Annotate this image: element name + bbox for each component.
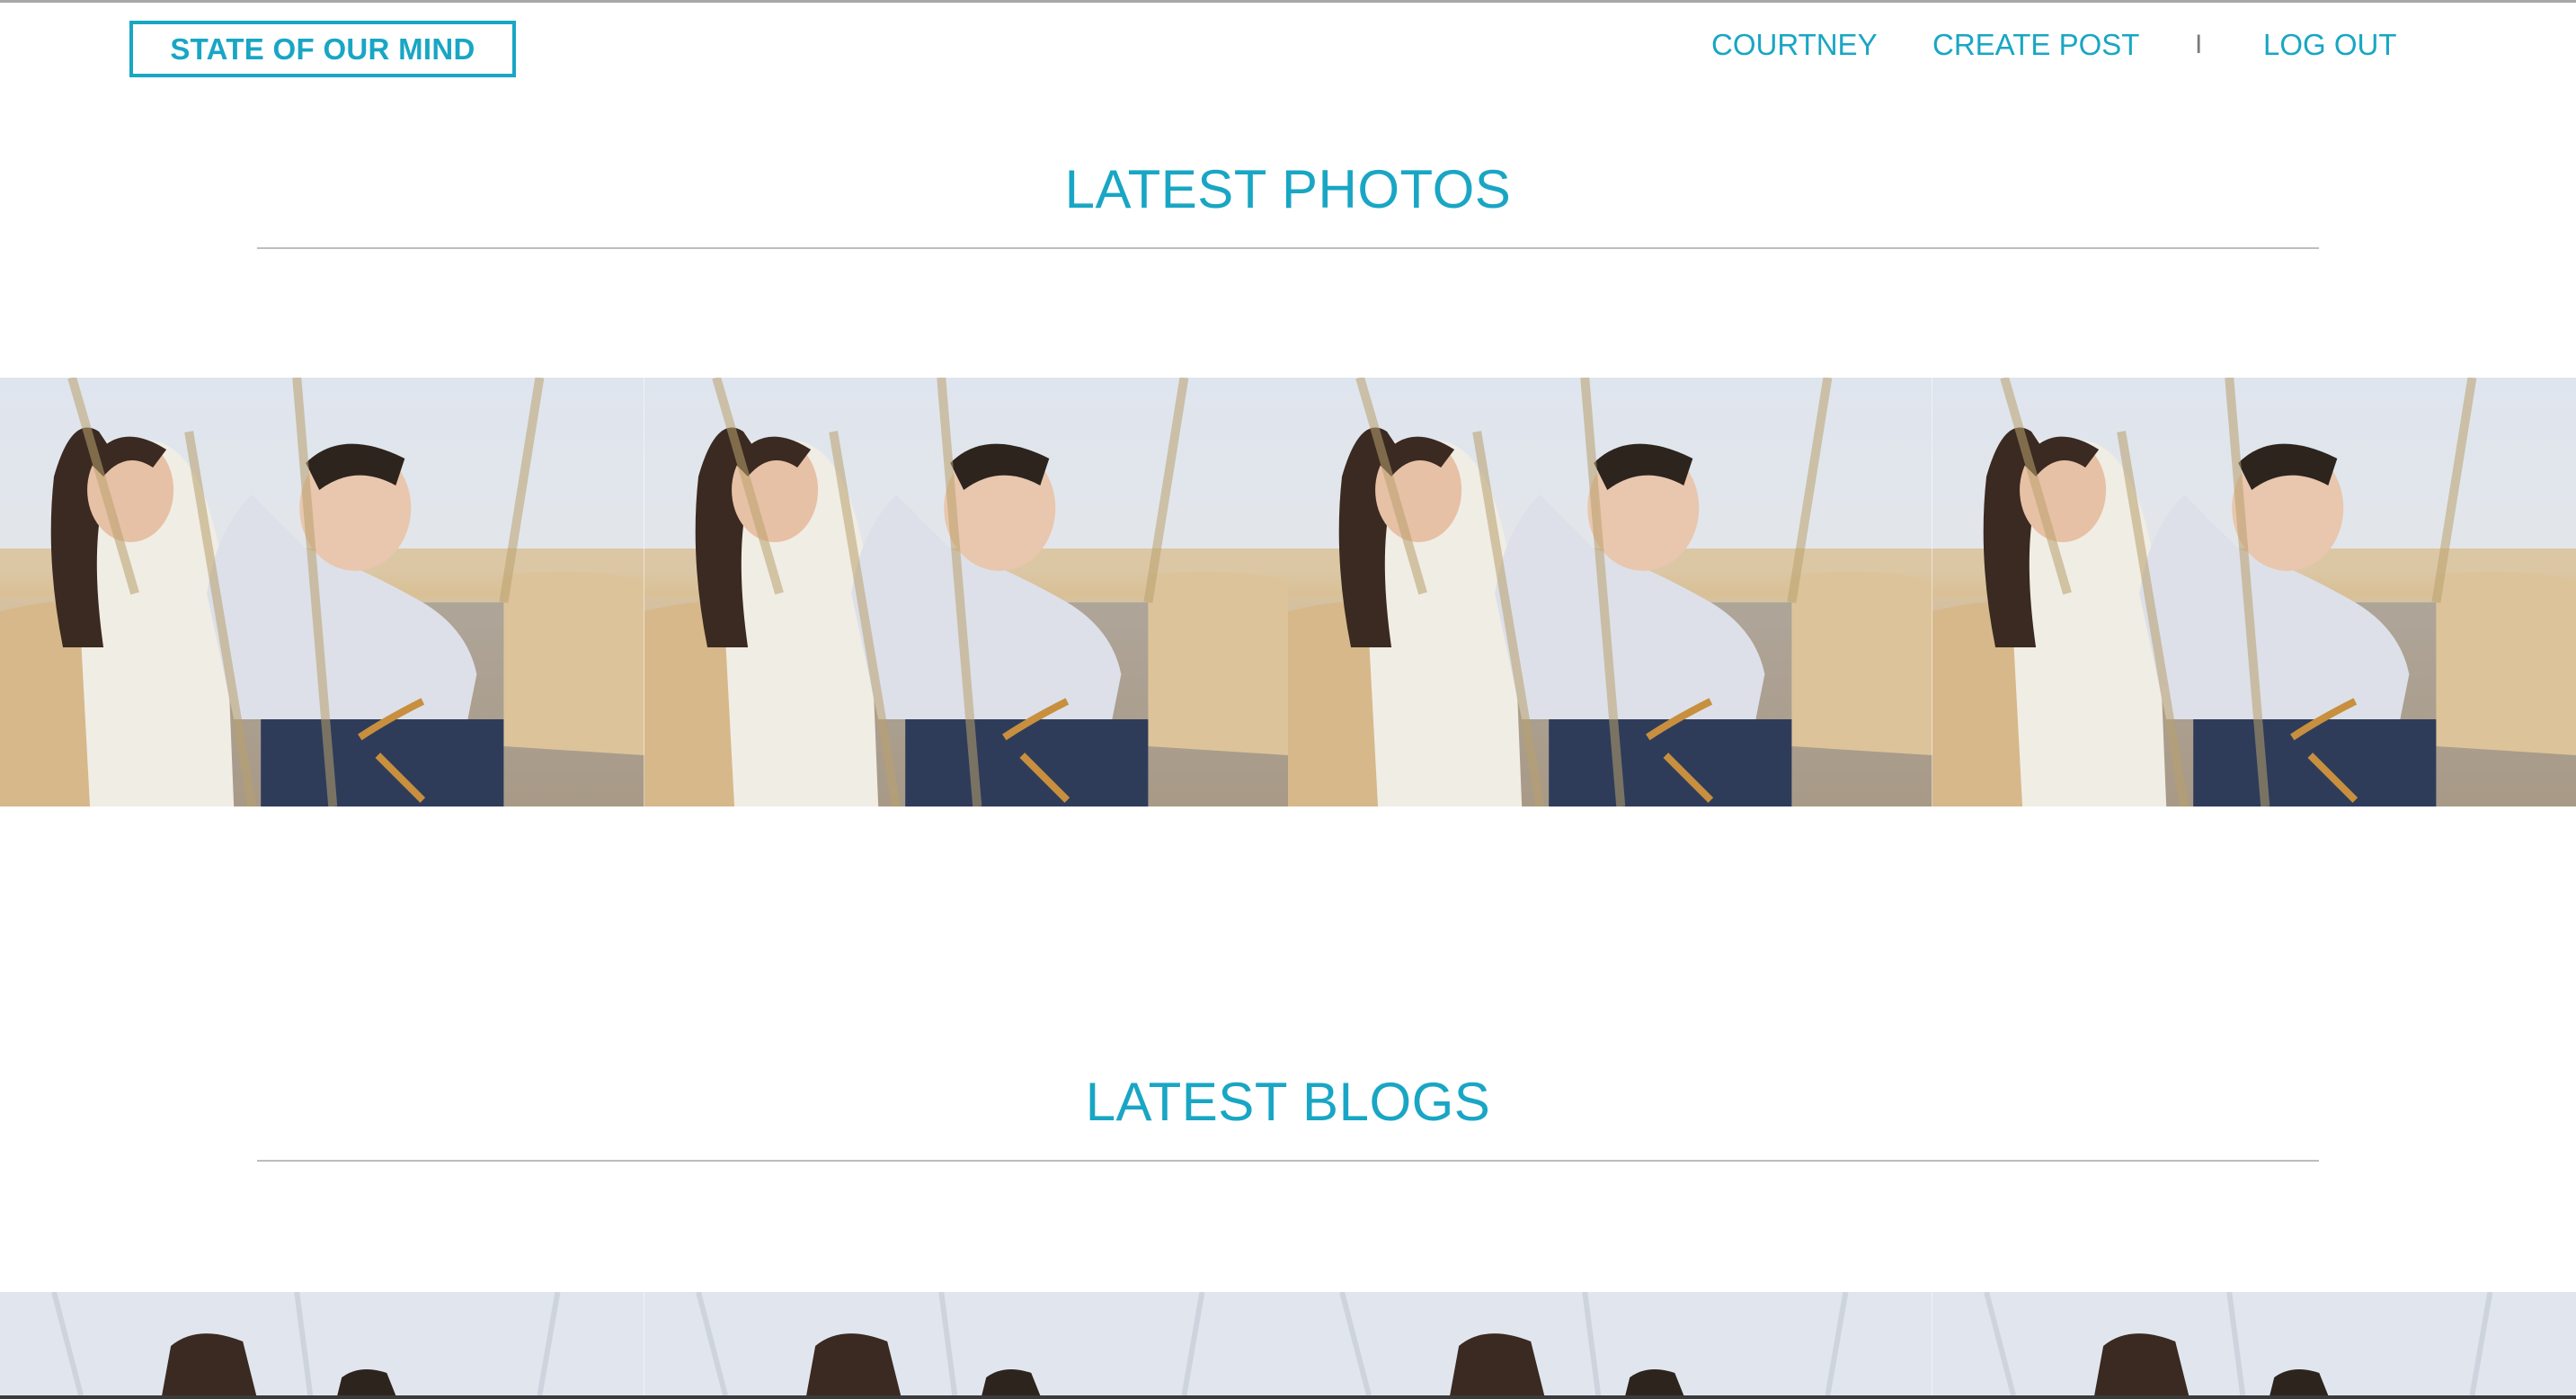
page: STATE OF OUR MIND COURTNEY CREATE POST I… bbox=[0, 0, 2576, 1399]
nav-log-out-link[interactable]: LOG OUT bbox=[2263, 28, 2397, 62]
latest-photos-strip bbox=[0, 378, 2576, 806]
photo-tile[interactable] bbox=[644, 378, 1288, 806]
blog-tile[interactable] bbox=[0, 1292, 644, 1395]
nav-create-post[interactable]: CREATE POST bbox=[1932, 25, 2139, 65]
blog-tile[interactable] bbox=[1288, 1292, 1932, 1395]
couple-photo-image bbox=[0, 1292, 644, 1395]
blog-tile[interactable] bbox=[644, 1292, 1288, 1395]
photo-tile[interactable] bbox=[1288, 378, 1932, 806]
nav-log-out[interactable]: LOG OUT bbox=[2263, 25, 2397, 65]
brand-logo-link[interactable]: STATE OF OUR MIND bbox=[129, 21, 516, 77]
couple-photo-image bbox=[644, 378, 1288, 806]
photo-tile[interactable] bbox=[0, 378, 644, 806]
nav-create-post-link[interactable]: CREATE POST bbox=[1932, 28, 2139, 62]
latest-blogs-divider bbox=[257, 1160, 2319, 1162]
couple-photo-image bbox=[1932, 1292, 2576, 1395]
latest-photos-heading: LATEST PHOTOS bbox=[1064, 159, 1512, 219]
couple-photo-image bbox=[0, 378, 644, 806]
nav-user[interactable]: COURTNEY bbox=[1711, 25, 1878, 65]
nav-separator: I bbox=[2195, 30, 2203, 59]
latest-blogs-heading: LATEST BLOGS bbox=[1085, 1072, 1491, 1132]
latest-blogs-strip bbox=[0, 1292, 2576, 1395]
blog-tile[interactable] bbox=[1932, 1292, 2576, 1395]
top-border bbox=[0, 0, 2576, 3]
photo-tile[interactable] bbox=[1932, 378, 2576, 806]
couple-photo-image bbox=[1288, 1292, 1932, 1395]
latest-photos-divider bbox=[257, 247, 2319, 249]
couple-photo-image bbox=[1932, 378, 2576, 806]
couple-photo-image bbox=[644, 1292, 1288, 1395]
nav-user-link[interactable]: COURTNEY bbox=[1711, 28, 1878, 62]
couple-photo-image bbox=[1288, 378, 1932, 806]
bottom-border bbox=[0, 1395, 2576, 1399]
